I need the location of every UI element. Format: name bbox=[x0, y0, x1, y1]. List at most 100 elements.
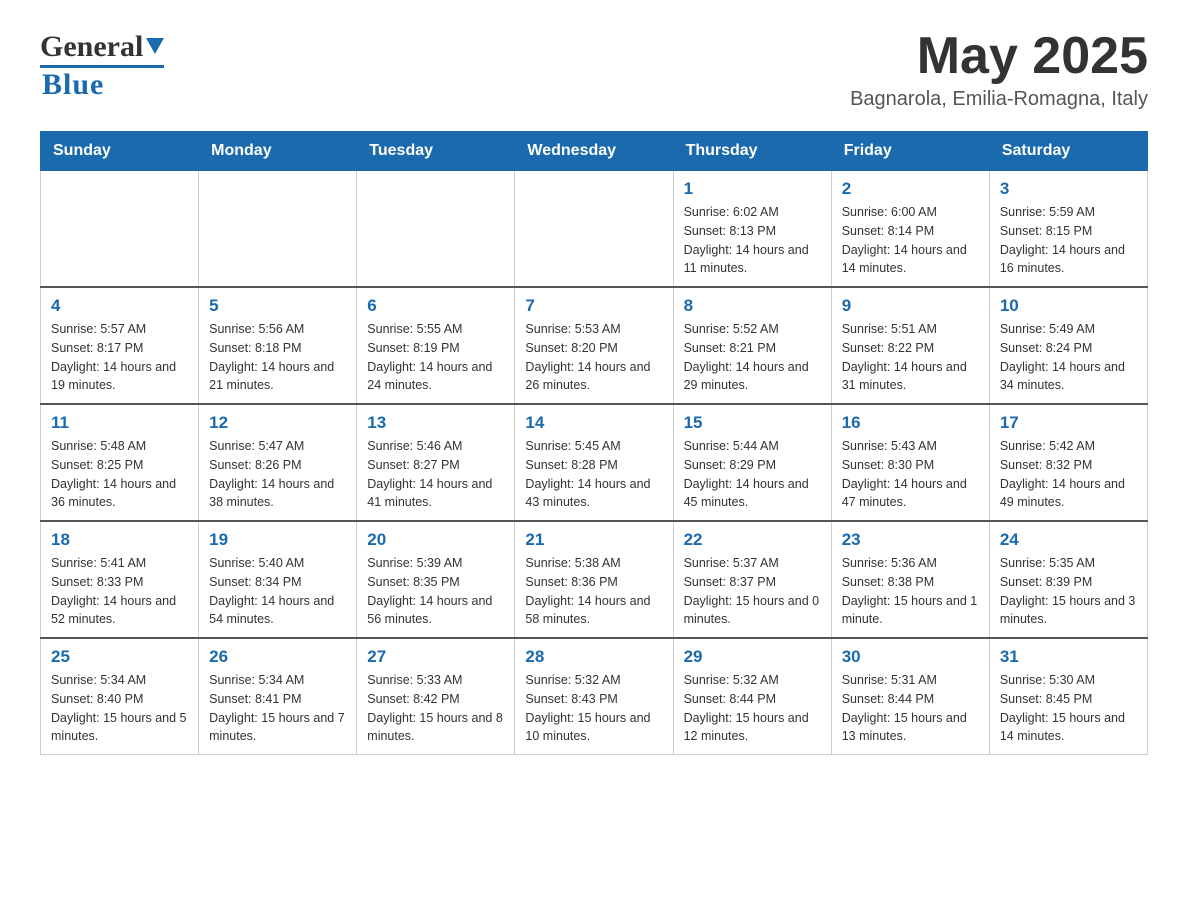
day-info: Sunrise: 5:39 AM Sunset: 8:35 PM Dayligh… bbox=[367, 554, 504, 629]
day-number: 28 bbox=[525, 647, 662, 667]
calendar-day-cell: 17 Sunrise: 5:42 AM Sunset: 8:32 PM Dayli… bbox=[989, 404, 1147, 521]
logo: General Blue bbox=[40, 30, 164, 102]
day-number: 12 bbox=[209, 413, 346, 433]
day-of-week-header: Saturday bbox=[989, 132, 1147, 171]
day-of-week-header: Friday bbox=[831, 132, 989, 171]
day-info: Sunrise: 6:02 AM Sunset: 8:13 PM Dayligh… bbox=[684, 203, 821, 278]
day-info: Sunrise: 5:52 AM Sunset: 8:21 PM Dayligh… bbox=[684, 320, 821, 395]
day-info: Sunrise: 5:57 AM Sunset: 8:17 PM Dayligh… bbox=[51, 320, 188, 395]
day-number: 27 bbox=[367, 647, 504, 667]
calendar-day-cell: 6 Sunrise: 5:55 AM Sunset: 8:19 PM Daylig… bbox=[357, 287, 515, 404]
day-number: 18 bbox=[51, 530, 188, 550]
calendar-day-cell: 12 Sunrise: 5:47 AM Sunset: 8:26 PM Dayli… bbox=[199, 404, 357, 521]
calendar-day-cell: 15 Sunrise: 5:44 AM Sunset: 8:29 PM Dayli… bbox=[673, 404, 831, 521]
day-of-week-header: Sunday bbox=[41, 132, 199, 171]
day-info: Sunrise: 5:34 AM Sunset: 8:41 PM Dayligh… bbox=[209, 671, 346, 746]
day-number: 24 bbox=[1000, 530, 1137, 550]
day-of-week-header: Tuesday bbox=[357, 132, 515, 171]
day-info: Sunrise: 5:56 AM Sunset: 8:18 PM Dayligh… bbox=[209, 320, 346, 395]
calendar-week-row: 11 Sunrise: 5:48 AM Sunset: 8:25 PM Dayli… bbox=[41, 404, 1148, 521]
day-of-week-header: Wednesday bbox=[515, 132, 673, 171]
day-number: 25 bbox=[51, 647, 188, 667]
calendar-day-cell: 24 Sunrise: 5:35 AM Sunset: 8:39 PM Dayli… bbox=[989, 521, 1147, 638]
calendar-day-cell bbox=[41, 171, 199, 288]
day-info: Sunrise: 5:45 AM Sunset: 8:28 PM Dayligh… bbox=[525, 437, 662, 512]
day-info: Sunrise: 5:34 AM Sunset: 8:40 PM Dayligh… bbox=[51, 671, 188, 746]
day-info: Sunrise: 5:59 AM Sunset: 8:15 PM Dayligh… bbox=[1000, 203, 1137, 278]
calendar-week-row: 25 Sunrise: 5:34 AM Sunset: 8:40 PM Dayli… bbox=[41, 638, 1148, 755]
day-number: 30 bbox=[842, 647, 979, 667]
logo-general-text: General bbox=[40, 30, 143, 64]
day-number: 23 bbox=[842, 530, 979, 550]
day-of-week-header: Monday bbox=[199, 132, 357, 171]
title-section: May 2025 Bagnarola, Emilia-Romagna, Ital… bbox=[850, 30, 1148, 111]
calendar-day-cell: 14 Sunrise: 5:45 AM Sunset: 8:28 PM Dayli… bbox=[515, 404, 673, 521]
day-info: Sunrise: 6:00 AM Sunset: 8:14 PM Dayligh… bbox=[842, 203, 979, 278]
day-info: Sunrise: 5:36 AM Sunset: 8:38 PM Dayligh… bbox=[842, 554, 979, 629]
day-info: Sunrise: 5:33 AM Sunset: 8:42 PM Dayligh… bbox=[367, 671, 504, 746]
calendar-day-cell: 2Sunrise: 6:00 AM Sunset: 8:14 PM Daylig… bbox=[831, 171, 989, 288]
day-info: Sunrise: 5:53 AM Sunset: 8:20 PM Dayligh… bbox=[525, 320, 662, 395]
day-info: Sunrise: 5:49 AM Sunset: 8:24 PM Dayligh… bbox=[1000, 320, 1137, 395]
calendar-day-cell: 13 Sunrise: 5:46 AM Sunset: 8:27 PM Dayli… bbox=[357, 404, 515, 521]
calendar-day-cell: 11 Sunrise: 5:48 AM Sunset: 8:25 PM Dayli… bbox=[41, 404, 199, 521]
day-number: 6 bbox=[367, 296, 504, 316]
calendar-day-cell: 20Sunrise: 5:39 AM Sunset: 8:35 PM Dayli… bbox=[357, 521, 515, 638]
calendar-day-cell: 5 Sunrise: 5:56 AM Sunset: 8:18 PM Daylig… bbox=[199, 287, 357, 404]
day-info: Sunrise: 5:55 AM Sunset: 8:19 PM Dayligh… bbox=[367, 320, 504, 395]
day-info: Sunrise: 5:32 AM Sunset: 8:44 PM Dayligh… bbox=[684, 671, 821, 746]
day-number: 8 bbox=[684, 296, 821, 316]
day-number: 11 bbox=[51, 413, 188, 433]
day-info: Sunrise: 5:48 AM Sunset: 8:25 PM Dayligh… bbox=[51, 437, 188, 512]
day-info: Sunrise: 5:38 AM Sunset: 8:36 PM Dayligh… bbox=[525, 554, 662, 629]
calendar-day-cell: 18Sunrise: 5:41 AM Sunset: 8:33 PM Dayli… bbox=[41, 521, 199, 638]
calendar-day-cell: 29 Sunrise: 5:32 AM Sunset: 8:44 PM Dayli… bbox=[673, 638, 831, 755]
calendar-week-row: 1 Sunrise: 6:02 AM Sunset: 8:13 PM Daylig… bbox=[41, 171, 1148, 288]
calendar-day-cell: 3Sunrise: 5:59 AM Sunset: 8:15 PM Daylig… bbox=[989, 171, 1147, 288]
location: Bagnarola, Emilia-Romagna, Italy bbox=[850, 88, 1148, 111]
day-number: 29 bbox=[684, 647, 821, 667]
day-info: Sunrise: 5:42 AM Sunset: 8:32 PM Dayligh… bbox=[1000, 437, 1137, 512]
day-number: 7 bbox=[525, 296, 662, 316]
calendar-day-cell: 28 Sunrise: 5:32 AM Sunset: 8:43 PM Dayli… bbox=[515, 638, 673, 755]
calendar-day-cell: 27 Sunrise: 5:33 AM Sunset: 8:42 PM Dayli… bbox=[357, 638, 515, 755]
calendar-day-cell: 22 Sunrise: 5:37 AM Sunset: 8:37 PM Dayli… bbox=[673, 521, 831, 638]
day-info: Sunrise: 5:47 AM Sunset: 8:26 PM Dayligh… bbox=[209, 437, 346, 512]
calendar-day-cell: 7 Sunrise: 5:53 AM Sunset: 8:20 PM Daylig… bbox=[515, 287, 673, 404]
calendar-day-cell bbox=[357, 171, 515, 288]
day-of-week-header: Thursday bbox=[673, 132, 831, 171]
day-info: Sunrise: 5:44 AM Sunset: 8:29 PM Dayligh… bbox=[684, 437, 821, 512]
calendar-day-cell: 9Sunrise: 5:51 AM Sunset: 8:22 PM Daylig… bbox=[831, 287, 989, 404]
day-info: Sunrise: 5:30 AM Sunset: 8:45 PM Dayligh… bbox=[1000, 671, 1137, 746]
calendar-day-cell: 19 Sunrise: 5:40 AM Sunset: 8:34 PM Dayli… bbox=[199, 521, 357, 638]
day-info: Sunrise: 5:32 AM Sunset: 8:43 PM Dayligh… bbox=[525, 671, 662, 746]
logo-blue-text: Blue bbox=[40, 68, 104, 102]
day-number: 22 bbox=[684, 530, 821, 550]
day-info: Sunrise: 5:46 AM Sunset: 8:27 PM Dayligh… bbox=[367, 437, 504, 512]
calendar-day-cell: 21Sunrise: 5:38 AM Sunset: 8:36 PM Dayli… bbox=[515, 521, 673, 638]
day-number: 5 bbox=[209, 296, 346, 316]
day-info: Sunrise: 5:40 AM Sunset: 8:34 PM Dayligh… bbox=[209, 554, 346, 629]
calendar-day-cell: 26Sunrise: 5:34 AM Sunset: 8:41 PM Dayli… bbox=[199, 638, 357, 755]
day-number: 17 bbox=[1000, 413, 1137, 433]
day-number: 13 bbox=[367, 413, 504, 433]
day-number: 31 bbox=[1000, 647, 1137, 667]
calendar-day-cell bbox=[515, 171, 673, 288]
day-info: Sunrise: 5:35 AM Sunset: 8:39 PM Dayligh… bbox=[1000, 554, 1137, 629]
day-number: 19 bbox=[209, 530, 346, 550]
day-number: 10 bbox=[1000, 296, 1137, 316]
calendar-week-row: 4 Sunrise: 5:57 AM Sunset: 8:17 PM Daylig… bbox=[41, 287, 1148, 404]
logo-triangle-icon bbox=[146, 38, 164, 54]
calendar-week-row: 18Sunrise: 5:41 AM Sunset: 8:33 PM Dayli… bbox=[41, 521, 1148, 638]
calendar-day-cell: 1 Sunrise: 6:02 AM Sunset: 8:13 PM Daylig… bbox=[673, 171, 831, 288]
day-info: Sunrise: 5:37 AM Sunset: 8:37 PM Dayligh… bbox=[684, 554, 821, 629]
day-number: 15 bbox=[684, 413, 821, 433]
calendar-day-cell: 10 Sunrise: 5:49 AM Sunset: 8:24 PM Dayli… bbox=[989, 287, 1147, 404]
day-number: 14 bbox=[525, 413, 662, 433]
day-number: 1 bbox=[684, 179, 821, 199]
calendar-day-cell: 31 Sunrise: 5:30 AM Sunset: 8:45 PM Dayli… bbox=[989, 638, 1147, 755]
calendar-day-cell: 4 Sunrise: 5:57 AM Sunset: 8:17 PM Daylig… bbox=[41, 287, 199, 404]
month-title: May 2025 bbox=[850, 30, 1148, 82]
calendar-day-cell: 16Sunrise: 5:43 AM Sunset: 8:30 PM Dayli… bbox=[831, 404, 989, 521]
day-number: 4 bbox=[51, 296, 188, 316]
